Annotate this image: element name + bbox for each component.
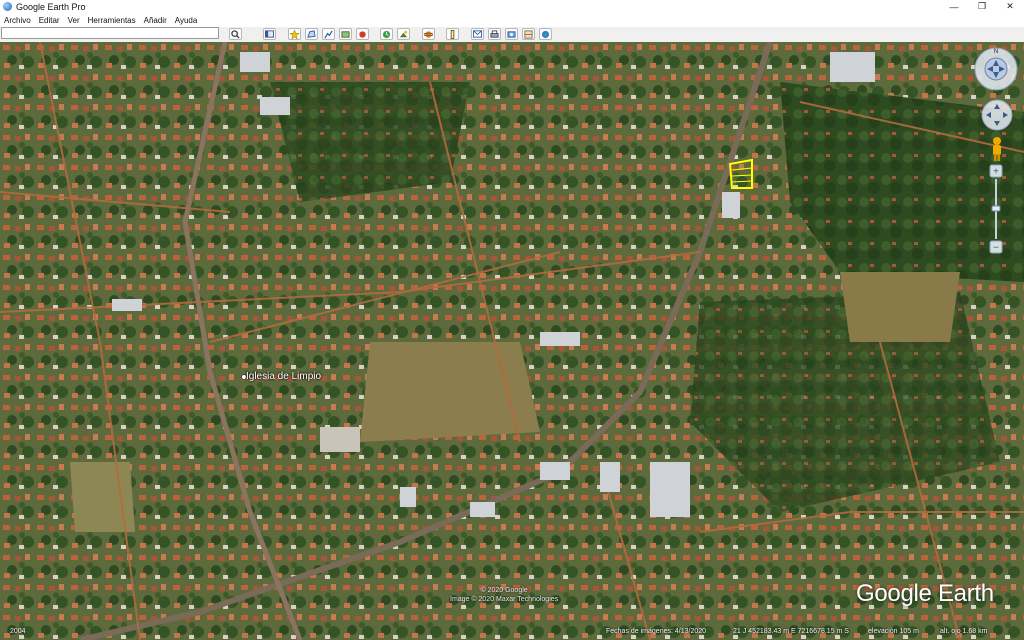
earth-globe-icon[interactable] [539,28,552,40]
eye-altitude: alt. ojo 1.68 km [940,628,988,635]
google-earth-logo: Google Earth [856,580,994,607]
add-polygon-icon[interactable] [305,28,318,40]
copyright-google: © 2020 Google [480,587,528,594]
window-title: Google Earth Pro [16,1,86,12]
sunlight-icon[interactable] [397,28,410,40]
satellite-imagery [0,42,1024,640]
save-image-icon[interactable] [505,28,518,40]
add-placemark-icon[interactable] [288,28,301,40]
menu-ayuda[interactable]: Ayuda [171,16,202,25]
menu-herramientas[interactable]: Herramientas [84,16,140,25]
menu-archivo[interactable]: Archivo [0,16,35,25]
print-icon[interactable] [488,28,501,40]
map-view[interactable]: Iglesia de Limpio © 2020 Google Image © … [0,42,1024,640]
imagery-copyright: © 2020 Google Image © 2020 Maxar Technol… [450,586,558,604]
menu-anadir[interactable]: Añadir [140,16,171,25]
zoom-slider[interactable]: + − [989,164,1003,254]
minimize-icon[interactable]: — [940,0,968,13]
historical-imagery-icon[interactable] [380,28,393,40]
google-earth-icon [3,2,12,11]
move-joystick-icon[interactable] [980,98,1014,132]
maximize-icon[interactable]: ❐ [968,0,996,13]
image-overlay-icon[interactable] [339,28,352,40]
add-path-icon[interactable] [322,28,335,40]
close-icon[interactable]: ✕ [996,0,1024,13]
search-input[interactable] [1,27,219,39]
place-label[interactable]: Iglesia de Limpio [246,371,321,382]
menu-ver[interactable]: Ver [64,16,84,25]
menu-editar[interactable]: Editar [35,16,64,25]
title-bar: Google Earth Pro — ❐ ✕ [0,0,1024,13]
svg-text:+: + [993,167,999,178]
street-view-pegman-icon[interactable] [990,136,1004,162]
look-compass-icon[interactable]: N [973,46,1019,92]
record-tour-icon[interactable] [356,28,369,40]
status-bar: 2004 Fechas de imágenes: 4/13/2020 21 J … [0,627,1024,640]
svg-text:−: − [993,243,999,254]
sidebar-toggle-icon[interactable] [263,28,276,40]
imagery-date: Fechas de imágenes: 4/13/2020 [606,628,707,635]
menu-bar: Archivo Editar Ver Herramientas Añadir A… [0,13,1024,27]
coordinates: 21 J 452183.43 m E 7216678.15 m S [733,628,849,635]
copyright-maxar: Image © 2020 Maxar Technologies [450,596,559,603]
ruler-icon[interactable] [446,28,459,40]
email-icon[interactable] [471,28,484,40]
view-in-maps-icon[interactable] [522,28,535,40]
year-label: 2004 [10,628,26,635]
planets-icon[interactable] [422,28,435,40]
elevation: elevación 105 m [868,628,919,635]
toolbar [0,27,1024,43]
search-icon[interactable] [229,28,242,40]
compass-north-label: N [994,49,998,55]
